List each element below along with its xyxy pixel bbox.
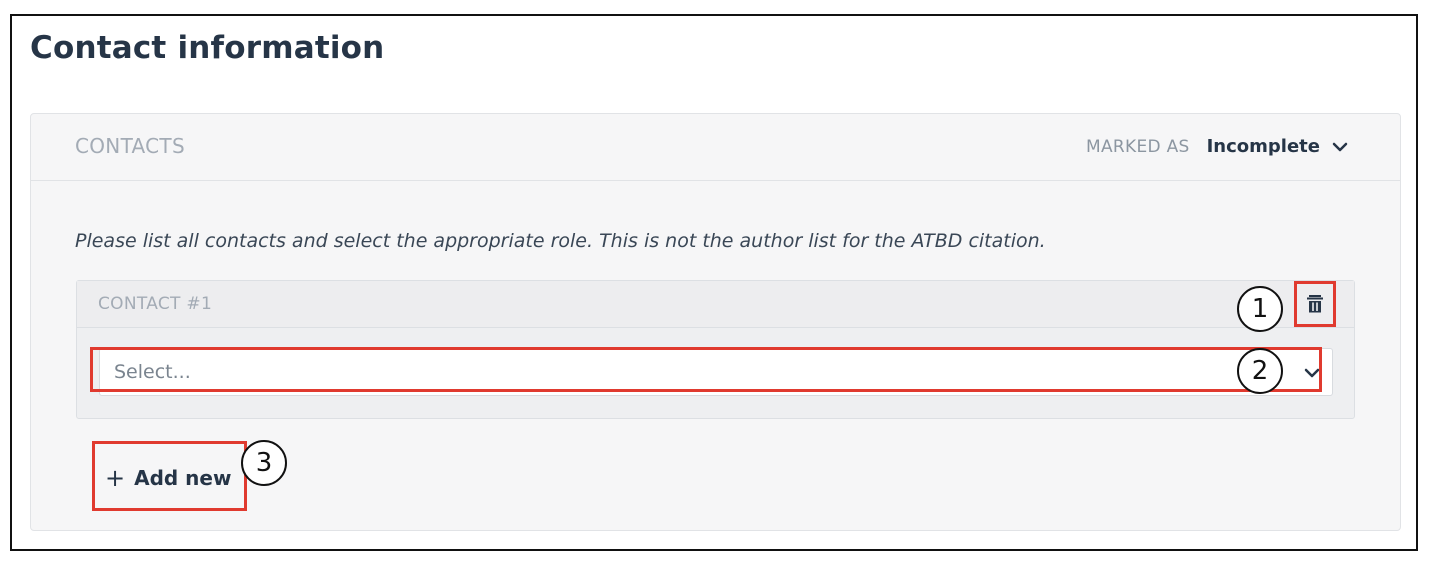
- screenshot-frame: Contact information CONTACTS MARKED AS I…: [10, 14, 1418, 551]
- contact-card-header: CONTACT #1: [77, 281, 1354, 328]
- select-placeholder: Select...: [114, 361, 191, 383]
- trash-icon: [1307, 295, 1323, 313]
- contact-card-title: CONTACT #1: [98, 294, 213, 314]
- add-new-label: Add new: [134, 466, 232, 490]
- contacts-panel-header: CONTACTS MARKED AS Incomplete: [31, 114, 1400, 181]
- delete-contact-button[interactable]: [1294, 281, 1336, 327]
- page-title: Contact information: [30, 30, 385, 66]
- chevron-down-icon[interactable]: [1332, 141, 1348, 153]
- status-value[interactable]: Incomplete: [1207, 136, 1320, 157]
- callout-3: 3: [241, 440, 287, 486]
- callout-2: 2: [1237, 348, 1283, 394]
- contact-card: CONTACT #1 Select...: [76, 280, 1355, 419]
- add-new-button[interactable]: + Add new: [92, 441, 247, 511]
- callout-1: 1: [1237, 286, 1283, 332]
- instructions-text: Please list all contacts and select the …: [75, 230, 1046, 252]
- status-label: MARKED AS: [1085, 136, 1190, 157]
- add-new-content: + Add new: [105, 466, 231, 490]
- plus-icon: +: [105, 464, 126, 492]
- contacts-section-title: CONTACTS: [75, 134, 185, 158]
- status-dropdown[interactable]: MARKED AS Incomplete: [1086, 136, 1348, 157]
- contact-role-select[interactable]: Select...: [99, 348, 1333, 396]
- chevron-down-icon[interactable]: [1304, 367, 1320, 379]
